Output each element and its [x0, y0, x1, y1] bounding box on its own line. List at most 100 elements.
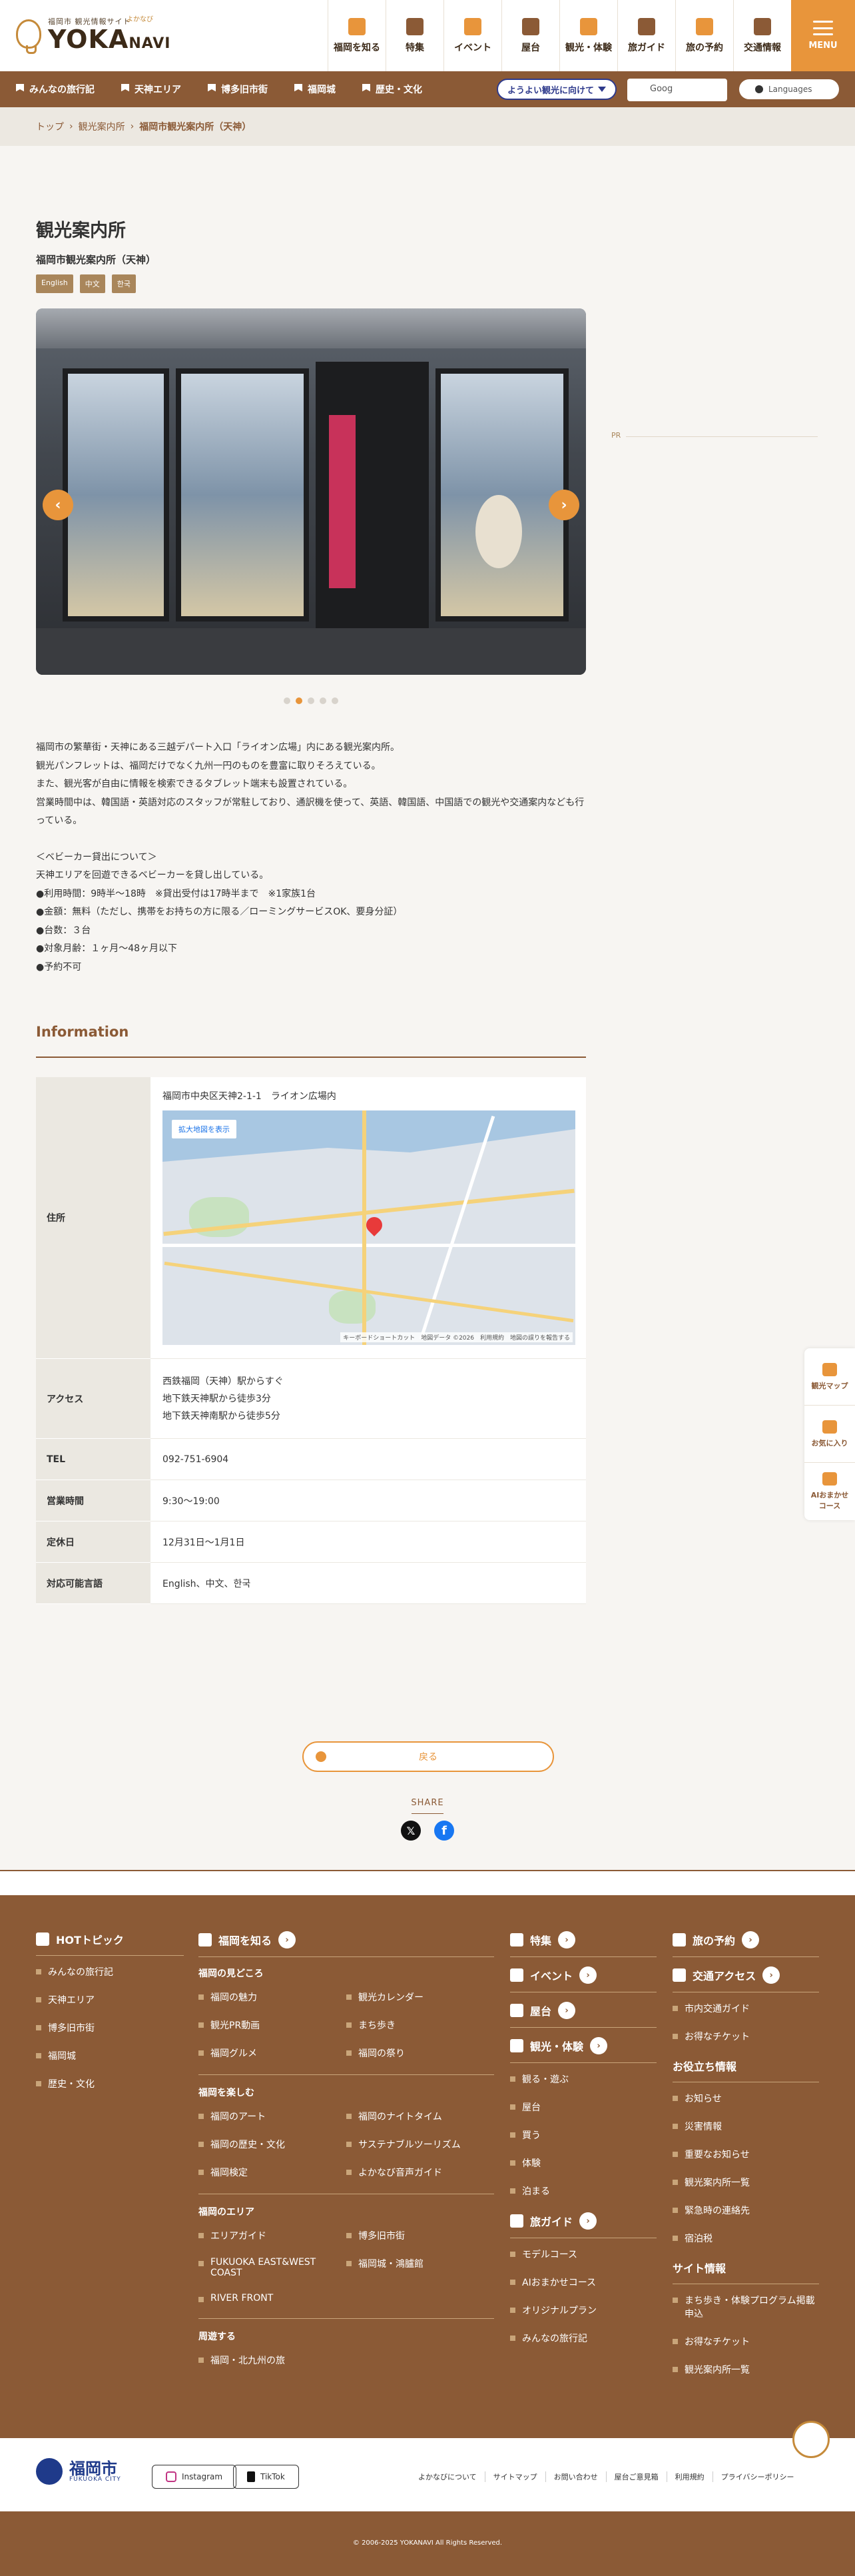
footer-link[interactable]: 福岡の歴史・文化: [198, 2138, 346, 2151]
footer-link-opinion[interactable]: 屋台ご意見箱: [605, 2471, 667, 2482]
subnav-castle[interactable]: 福岡城: [294, 83, 336, 96]
footer-link[interactable]: 福岡の魅力: [198, 1990, 346, 2004]
footer-link[interactable]: まち歩き・体験プログラム掲載申込: [673, 2294, 819, 2320]
footer-booking[interactable]: 旅の予約 ›: [673, 1931, 819, 1957]
footer-link[interactable]: 体験: [510, 2156, 657, 2170]
tel-label: TEL: [36, 1438, 150, 1480]
badge-english: English: [36, 274, 73, 293]
footer-link[interactable]: 泊まる: [510, 2184, 657, 2198]
footer-link[interactable]: 災害情報: [673, 2120, 819, 2133]
footer-link[interactable]: お得なチケット: [673, 2030, 819, 2043]
footer-yatai[interactable]: 屋台 ›: [510, 2002, 657, 2028]
tool-map[interactable]: 観光マップ: [804, 1348, 855, 1406]
slider-dot[interactable]: [284, 697, 290, 704]
page-top-button[interactable]: [792, 2421, 832, 2467]
subnav-history[interactable]: 歴史・文化: [362, 83, 422, 96]
instagram-button[interactable]: Instagram: [152, 2465, 237, 2489]
slider-dot[interactable]: [320, 697, 326, 704]
footer-link-about[interactable]: よかなびについて: [410, 2471, 485, 2482]
footer-link[interactable]: 福岡検定: [198, 2166, 346, 2179]
language-selector[interactable]: Languages: [739, 79, 839, 99]
footer-link[interactable]: 福岡城: [36, 2049, 184, 2062]
footer-link[interactable]: 博多旧市街: [36, 2021, 184, 2034]
footer-link[interactable]: 買う: [510, 2128, 657, 2142]
facebook-share-icon[interactable]: f: [434, 1821, 454, 1841]
nav-event[interactable]: イベント: [443, 0, 501, 71]
footer-know[interactable]: 福岡を知る ›: [198, 1931, 494, 1957]
footer-link[interactable]: 福岡のナイトタイム: [346, 2110, 494, 2123]
nav-yatai[interactable]: 屋台: [501, 0, 559, 71]
menu-button[interactable]: MENU: [791, 0, 855, 71]
footer-link[interactable]: 観光案内所一覧: [673, 2176, 819, 2189]
breadcrumb-top[interactable]: トップ: [36, 120, 64, 133]
google-map[interactable]: 拡大地図を表示 キーボードショートカット 地図データ ©2026 利用規約 地図…: [162, 1110, 575, 1345]
tel-value[interactable]: 092-751-6904: [150, 1438, 586, 1480]
footer-link[interactable]: 福岡のアート: [198, 2110, 346, 2123]
footer-link[interactable]: お知らせ: [673, 2092, 819, 2105]
map-pin-icon[interactable]: [363, 1214, 386, 1236]
footer-link[interactable]: AIおまかせコース: [510, 2276, 657, 2289]
footer-link[interactable]: お得なチケット: [673, 2335, 819, 2348]
slider-dot[interactable]: [332, 697, 338, 704]
breadcrumb-info-center[interactable]: 観光案内所: [79, 120, 125, 133]
subnav-travelogue[interactable]: みんなの旅行記: [16, 83, 95, 96]
footer-link[interactable]: まち歩き: [346, 2018, 494, 2032]
footer-link[interactable]: 屋台: [510, 2100, 657, 2114]
footer-link[interactable]: 福岡グルメ: [198, 2046, 346, 2060]
footer-hot-topic[interactable]: HOTトピック: [36, 1931, 184, 1956]
footer-link[interactable]: 福岡城・鴻臚館: [346, 2257, 494, 2278]
slider-dot-active[interactable]: [296, 697, 302, 704]
footer-link[interactable]: 観光案内所一覧: [673, 2363, 819, 2376]
footer-link[interactable]: 宿泊税: [673, 2232, 819, 2245]
footer-link[interactable]: 福岡の祭り: [346, 2046, 494, 2060]
footer-link[interactable]: 福岡・北九州の旅: [198, 2354, 494, 2367]
footer-link-contact[interactable]: お問い合わせ: [545, 2471, 606, 2482]
footer-link[interactable]: 天神エリア: [36, 1993, 184, 2006]
nav-know[interactable]: 福岡を知る: [328, 0, 386, 71]
footer-link[interactable]: モデルコース: [510, 2248, 657, 2261]
footer-link-terms[interactable]: 利用規約: [666, 2471, 712, 2482]
footer-link[interactable]: エリアガイド: [198, 2229, 346, 2242]
footer-link[interactable]: 重要なお知らせ: [673, 2148, 819, 2161]
footer-link[interactable]: サステナブルツーリズム: [346, 2138, 494, 2151]
footer-link[interactable]: 歴史・文化: [36, 2077, 184, 2090]
footer-link-privacy[interactable]: プライバシーポリシー: [712, 2471, 802, 2482]
tiktok-button[interactable]: TikTok: [233, 2465, 299, 2489]
footer-link-sitemap[interactable]: サイトマップ: [484, 2471, 545, 2482]
slider-dot[interactable]: [308, 697, 314, 704]
footer-link[interactable]: オリジナルプラン: [510, 2304, 657, 2317]
footer-guide[interactable]: 旅ガイド ›: [510, 2212, 657, 2238]
footer-feature[interactable]: 特集 ›: [510, 1931, 657, 1957]
subnav-hakata[interactable]: 博多旧市街: [208, 83, 268, 96]
footer-sightseeing[interactable]: 観光・体験 ›: [510, 2037, 657, 2063]
footer-link[interactable]: よかなび音声ガイド: [346, 2166, 494, 2179]
tool-ai-course[interactable]: AIおまかせコース: [804, 1463, 855, 1520]
footer-traffic[interactable]: 交通アクセス ›: [673, 1966, 819, 1992]
x-share-icon[interactable]: 𝕏: [401, 1821, 421, 1841]
nav-traffic[interactable]: 交通情報: [733, 0, 791, 71]
slider-prev-button[interactable]: ‹: [43, 490, 73, 520]
nav-feature[interactable]: 特集: [386, 0, 443, 71]
footer-link[interactable]: 博多旧市街: [346, 2229, 494, 2242]
footer-link[interactable]: みんなの旅行記: [510, 2332, 657, 2345]
tool-favorites[interactable]: お気に入り: [804, 1406, 855, 1463]
footer-link[interactable]: 観光PR動画: [198, 2018, 346, 2032]
nav-guide[interactable]: 旅ガイド: [617, 0, 675, 71]
fukuoka-city-logo[interactable]: 福岡市 FUKUOKA CITY: [36, 2458, 121, 2485]
nav-booking[interactable]: 旅の予約: [675, 0, 733, 71]
map-enlarge-button[interactable]: 拡大地図を表示: [172, 1120, 236, 1138]
footer-link[interactable]: 緊急時の連絡先: [673, 2204, 819, 2217]
footer-link[interactable]: RIVER FRONT: [198, 2293, 346, 2304]
welcome-dropdown[interactable]: ようよい観光に向けて: [497, 79, 617, 100]
footer-link[interactable]: 観る・遊ぶ: [510, 2072, 657, 2086]
nav-sightseeing[interactable]: 観光・体験: [559, 0, 617, 71]
slider-next-button[interactable]: ›: [549, 490, 579, 520]
footer-link[interactable]: 観光カレンダー: [346, 1990, 494, 2004]
google-translate-box[interactable]: Goog: [627, 79, 727, 101]
subnav-tenjin[interactable]: 天神エリア: [121, 83, 181, 96]
footer-event[interactable]: イベント ›: [510, 1966, 657, 1992]
footer-link[interactable]: FUKUOKA EAST&WEST COAST: [198, 2257, 346, 2278]
back-button[interactable]: 戻る: [302, 1741, 554, 1772]
footer-link[interactable]: 市内交通ガイド: [673, 2002, 819, 2015]
footer-link[interactable]: みんなの旅行記: [36, 1965, 184, 1978]
